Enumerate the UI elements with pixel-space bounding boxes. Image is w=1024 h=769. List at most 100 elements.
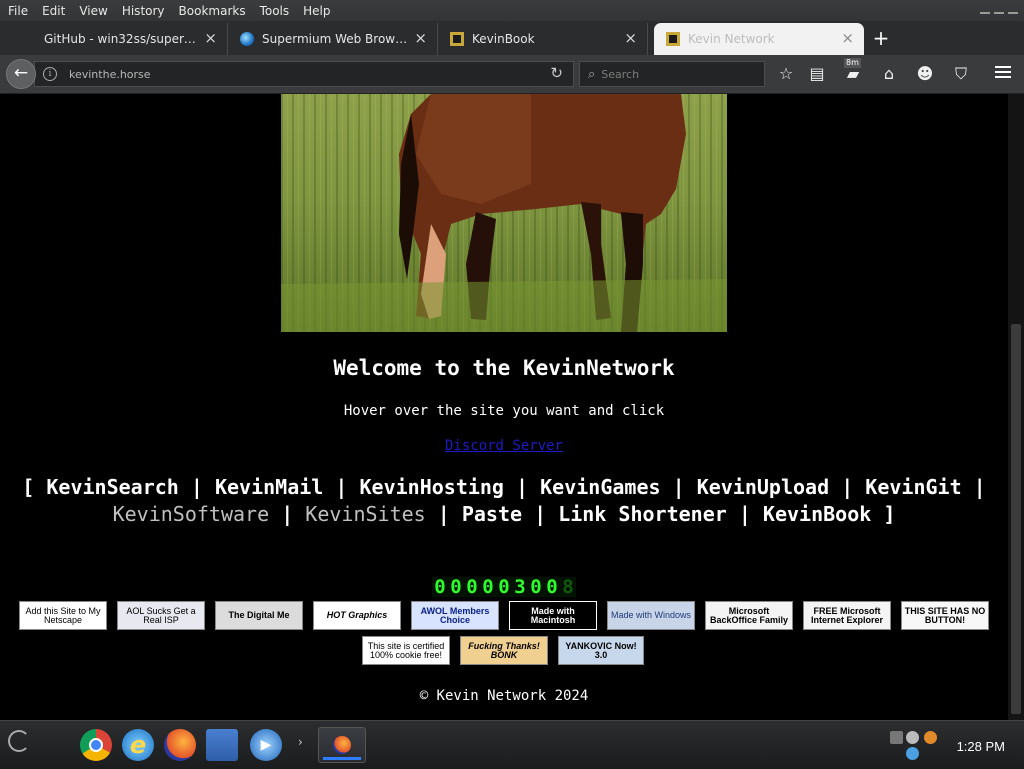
menu-edit[interactable]: Edit	[35, 4, 72, 18]
counter-digit: 0	[528, 577, 544, 597]
tab-close-icon[interactable]: ×	[414, 31, 427, 46]
chevron-right-icon[interactable]: ›	[298, 735, 303, 749]
info-icon[interactable]: i	[43, 67, 57, 81]
counter-digit: 0	[480, 577, 496, 597]
counter-digit: 3	[512, 577, 528, 597]
counter-digit: 0	[448, 577, 464, 597]
firefox-icon[interactable]	[164, 729, 196, 761]
discord-server-link[interactable]: Discord Server	[445, 438, 563, 454]
calendar-icon[interactable]	[206, 729, 238, 761]
reading-list-icon[interactable]: ▤	[806, 63, 828, 85]
badge-awol[interactable]: AWOL Members Choice	[411, 601, 499, 630]
separator: |	[534, 502, 559, 526]
search-input[interactable]: ⌕ Search	[579, 61, 765, 87]
back-arrow-icon: ←	[13, 63, 29, 83]
tab-github[interactable]: GitHub - win32ss/supermium: ... ×	[0, 23, 228, 55]
badge-netscape[interactable]: Add this Site to My Netscape	[19, 601, 107, 630]
close-window-icon[interactable]	[1008, 4, 1018, 14]
volume-icon[interactable]	[906, 731, 919, 744]
update-icon[interactable]	[906, 747, 919, 760]
tab-label: KevinBook	[472, 32, 535, 46]
globe-icon	[240, 32, 254, 46]
link-kevingames[interactable]: KevinGames	[540, 475, 660, 499]
page-scrollbar[interactable]	[1008, 94, 1024, 720]
smiley-icon[interactable]: ☻	[914, 63, 936, 85]
sync-badge: 8m	[844, 58, 861, 68]
badge-macintosh[interactable]: Made with Macintosh	[509, 601, 597, 630]
internet-explorer-icon[interactable]: e	[122, 729, 154, 761]
counter-digit: 8	[560, 577, 576, 597]
badge-yankovic[interactable]: YANKOVIC Now! 3.0	[558, 636, 644, 665]
link-link-shortener[interactable]: Link Shortener	[558, 502, 727, 526]
new-tab-button[interactable]: +	[864, 23, 898, 55]
home-icon[interactable]: ⌂	[878, 63, 900, 85]
hamburger-menu-icon[interactable]	[992, 63, 1014, 85]
taskbar: e ▶ › 1:28 PM	[0, 720, 1024, 769]
tab-close-icon[interactable]: ×	[624, 31, 637, 46]
pocket-icon[interactable]: ⛉	[950, 63, 972, 85]
badge-digital-me[interactable]: The Digital Me	[215, 601, 303, 630]
separator: |	[335, 475, 360, 499]
chrome-icon[interactable]	[80, 729, 112, 761]
link-kevinsoftware[interactable]: KevinSoftware	[113, 502, 270, 526]
tab-close-icon[interactable]: ×	[204, 31, 217, 46]
badge-no-button[interactable]: THIS SITE HAS NO BUTTON!	[901, 601, 989, 630]
link-kevinupload[interactable]: KevinUpload	[697, 475, 829, 499]
badge-windows[interactable]: Made with Windows	[607, 601, 695, 630]
separator: |	[516, 475, 541, 499]
star-icon[interactable]: ☆	[775, 63, 797, 85]
scrollbar-thumb[interactable]	[1011, 324, 1021, 714]
tab-supermium[interactable]: Supermium Web Browser ×	[228, 23, 438, 55]
tab-label: GitHub - win32ss/supermium: ...	[44, 32, 199, 46]
link-kevinmail[interactable]: KevinMail	[215, 475, 323, 499]
separator: |	[437, 502, 462, 526]
menu-bookmarks[interactable]: Bookmarks	[172, 4, 253, 18]
visitor-counter: 0 0 0 0 0 3 0 0 8	[432, 577, 576, 597]
separator: |	[973, 475, 986, 499]
network-icon[interactable]	[890, 731, 903, 744]
separator: |	[672, 475, 697, 499]
minimize-icon[interactable]	[980, 4, 990, 14]
kevin-icon	[666, 32, 680, 46]
link-kevinhosting[interactable]: KevinHosting	[359, 475, 504, 499]
badge-aol-sucks[interactable]: AOL Sucks Get a Real ISP	[117, 601, 205, 630]
notification-icon[interactable]	[924, 731, 937, 744]
instruction-text: Hover over the site you want and click	[343, 403, 665, 419]
tab-kevin-network[interactable]: Kevin Network ×	[654, 23, 864, 55]
link-paste[interactable]: Paste	[462, 502, 522, 526]
tab-kevinbook[interactable]: KevinBook ×	[438, 23, 648, 55]
menu-history[interactable]: History	[115, 4, 172, 18]
bracket-close: ]	[883, 502, 896, 526]
separator: |	[738, 502, 763, 526]
badge-hot-graphics[interactable]: HOT Graphics	[313, 601, 401, 630]
menu-tools[interactable]: Tools	[253, 4, 297, 18]
window-controls	[980, 4, 1018, 14]
web-page: Welcome to the KevinNetwork Hover over t…	[0, 94, 1008, 720]
menu-help[interactable]: Help	[296, 4, 337, 18]
badge-cookie-free[interactable]: This site is certified 100% cookie free!	[362, 636, 450, 665]
link-kevinsites[interactable]: KevinSites	[305, 502, 425, 526]
tab-close-icon[interactable]: ×	[841, 31, 854, 46]
back-button[interactable]: ←	[6, 59, 36, 89]
badge-internet-explorer[interactable]: FREE Microsoft Internet Explorer	[803, 601, 891, 630]
maximize-icon[interactable]	[994, 4, 1004, 14]
start-button-icon[interactable]	[8, 730, 30, 752]
link-kevinsearch[interactable]: KevinSearch	[46, 475, 178, 499]
reload-icon[interactable]: ↻	[550, 64, 563, 82]
active-firefox-window[interactable]	[318, 727, 366, 763]
tab-strip: GitHub - win32ss/supermium: ... × Superm…	[0, 21, 1024, 55]
badge-backoffice[interactable]: Microsoft BackOffice Family	[705, 601, 793, 630]
badge-thanks[interactable]: Fucking Thanks! BONK	[460, 636, 548, 665]
separator: |	[281, 502, 306, 526]
tab-label: Supermium Web Browser	[262, 32, 409, 46]
system-tray	[886, 729, 942, 761]
sync-icon[interactable]: 8m ▰	[842, 58, 864, 85]
link-kevinbook[interactable]: KevinBook	[763, 502, 871, 526]
menu-view[interactable]: View	[72, 4, 114, 18]
url-bar[interactable]: i kevinthe.horse ↻	[34, 61, 574, 87]
menu-file[interactable]: File	[0, 4, 35, 18]
taskbar-clock[interactable]: 1:28 PM	[957, 739, 1005, 754]
link-kevingit[interactable]: KevinGit	[865, 475, 961, 499]
media-player-icon[interactable]: ▶	[250, 729, 282, 761]
menu-bar: File Edit View History Bookmarks Tools H…	[0, 0, 1024, 21]
